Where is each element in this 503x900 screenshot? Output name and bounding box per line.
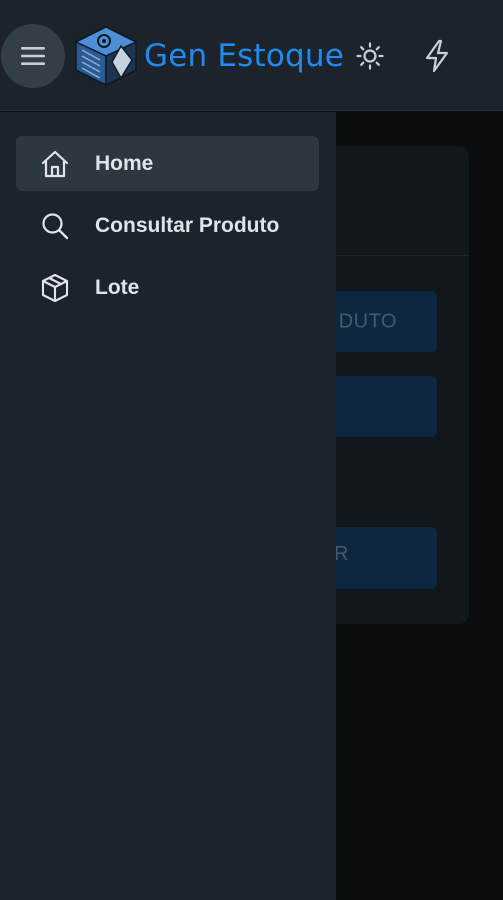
app-header: Gen Estoque xyxy=(0,0,503,111)
theme-toggle-button[interactable] xyxy=(350,36,390,76)
cube-logo-icon[interactable] xyxy=(72,24,140,88)
background-action-label-3: R xyxy=(334,543,349,565)
box-icon xyxy=(38,271,72,305)
sun-icon xyxy=(356,42,384,70)
drawer-item-label: Home xyxy=(95,151,154,175)
home-icon xyxy=(38,147,72,181)
drawer-item-home[interactable]: Home xyxy=(16,136,319,191)
drawer-item-label: Consultar Produto xyxy=(95,213,280,237)
app-window: DUTO R Gen Estoque Home Consultar Produt… xyxy=(0,0,503,900)
brand-title: Gen Estoque xyxy=(144,38,345,74)
drawer-item-consultar-produto[interactable]: Consultar Produto xyxy=(16,198,319,253)
search-icon xyxy=(38,209,72,243)
hamburger-menu-icon xyxy=(21,47,45,65)
navigation-drawer: Home Consultar Produto Lote xyxy=(0,112,336,900)
menu-toggle-button[interactable] xyxy=(1,24,65,88)
lightning-bolt-icon xyxy=(425,39,449,73)
background-action-label-1: DUTO xyxy=(338,310,397,332)
drawer-item-lote[interactable]: Lote xyxy=(16,260,319,315)
quick-action-button[interactable] xyxy=(417,36,457,76)
drawer-item-label: Lote xyxy=(95,275,140,299)
